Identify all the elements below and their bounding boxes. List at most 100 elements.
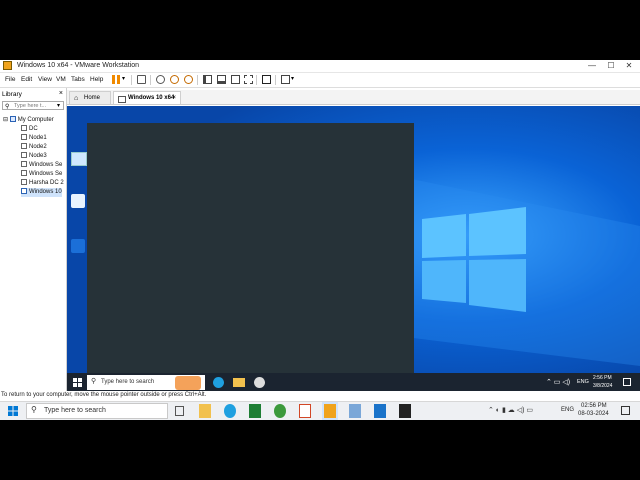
toolbar-separator xyxy=(150,75,151,85)
tree-vm-windows-se-2[interactable]: Windows Se xyxy=(21,170,62,179)
toolbar-separator xyxy=(197,75,198,85)
status-hint-bar: To return to your computer, move the mou… xyxy=(0,391,640,401)
computer-icon xyxy=(9,116,16,123)
pause-icon[interactable] xyxy=(112,75,120,84)
home-icon: ⌂ xyxy=(74,95,79,102)
tab-label: Windows 10 x64 xyxy=(128,95,175,101)
collapse-icon[interactable]: ⊟ xyxy=(3,117,8,123)
console-view-icon[interactable] xyxy=(217,75,226,84)
terminal-icon[interactable] xyxy=(399,404,411,418)
tree-label: DC xyxy=(29,126,38,132)
tree-vm-harsha-dc2[interactable]: Harsha DC 2 xyxy=(21,179,64,188)
library-title: Library xyxy=(2,91,22,98)
toolbar-separator xyxy=(275,75,276,85)
windows-start-icon[interactable] xyxy=(73,378,82,387)
guest-dark-window[interactable] xyxy=(87,123,414,373)
tree-vm-node2[interactable]: Node2 xyxy=(21,143,47,152)
task-view-icon[interactable] xyxy=(175,406,184,416)
tree-label: My Computer xyxy=(17,117,54,123)
tab-bar: ⌂ Home Windows 10 x64 × xyxy=(67,90,640,105)
title-bar: Windows 10 x64 - VMware Workstation — ☐ … xyxy=(0,60,640,73)
toolbar-separator xyxy=(131,75,132,85)
tree-label: Windows Se xyxy=(29,162,63,168)
file-explorer-icon[interactable] xyxy=(199,404,211,418)
tab-windows10[interactable]: Windows 10 x64 × xyxy=(113,91,181,104)
tree-vm-windows-10[interactable]: Windows 10 xyxy=(21,188,62,197)
app-icon[interactable] xyxy=(374,404,386,418)
windows-start-icon[interactable] xyxy=(8,406,18,416)
tree-label: Windows Se xyxy=(29,171,63,177)
tree-label: Windows 10 xyxy=(29,189,62,195)
snapshot-manager-icon[interactable] xyxy=(184,75,193,84)
vmware-taskbar-icon[interactable] xyxy=(324,404,336,418)
search-highlight-icon xyxy=(175,376,201,390)
guest-language[interactable]: ENG xyxy=(577,379,589,385)
search-dropdown-icon[interactable]: ▾ xyxy=(57,102,60,109)
vm-icon xyxy=(21,179,27,186)
guest-clock-date[interactable]: 3/8/2024 xyxy=(593,383,612,389)
close-button[interactable]: ✕ xyxy=(622,61,636,71)
menu-help[interactable]: Help xyxy=(90,76,103,83)
host-clock-date[interactable]: 08-03-2024 xyxy=(578,411,609,417)
full-screen-icon[interactable] xyxy=(231,75,240,84)
guest-taskbar: Type here to search ⚲ ⌃ ▭ ◁) ENG 2:56 PM… xyxy=(67,373,640,393)
tab-label: Home xyxy=(84,95,101,101)
vm-tab-icon xyxy=(118,96,126,103)
terminal-icon[interactable] xyxy=(262,75,271,84)
tree-label: Node3 xyxy=(29,153,47,159)
library-panel: Library × Type here t... ⚲ ▾ ⊟ My Comput… xyxy=(0,88,67,413)
stretch-view-icon[interactable] xyxy=(281,75,290,84)
tree-my-computer[interactable]: ⊟ My Computer xyxy=(3,116,54,125)
tree-vm-dc[interactable]: DC xyxy=(21,125,38,134)
powerpoint-icon[interactable] xyxy=(299,404,311,418)
tab-close-icon[interactable]: × xyxy=(172,92,176,105)
library-view-icon[interactable] xyxy=(203,75,212,84)
host-search-box[interactable]: Type here to search xyxy=(26,403,168,419)
dropdown-arrow-icon[interactable]: ▾ xyxy=(122,75,131,84)
tab-home[interactable]: ⌂ Home xyxy=(69,91,111,104)
status-hint: To return to your computer, move the mou… xyxy=(1,392,207,398)
excel-icon[interactable] xyxy=(249,404,261,418)
vm-icon xyxy=(21,152,27,159)
host-clock-time[interactable]: 02:56 PM xyxy=(581,403,607,409)
tree-label: Node1 xyxy=(29,135,47,141)
app-icon[interactable] xyxy=(349,404,361,418)
tree-vm-node1[interactable]: Node1 xyxy=(21,134,47,143)
app-icon[interactable] xyxy=(274,404,286,418)
desktop-app-icon[interactable] xyxy=(71,194,85,208)
snapshot-icon[interactable] xyxy=(156,75,165,84)
minimize-button[interactable]: — xyxy=(585,61,599,71)
recycle-bin-icon[interactable] xyxy=(71,152,87,166)
system-tray-icons[interactable]: ⌃ ◐ ▮ ☁ ◁) ▭ xyxy=(488,406,533,414)
maximize-button[interactable]: ☐ xyxy=(604,61,618,71)
vmware-window: Windows 10 x64 - VMware Workstation — ☐ … xyxy=(0,60,640,413)
tree-vm-windows-se-1[interactable]: Windows Se xyxy=(21,161,62,170)
menu-view[interactable]: View xyxy=(38,76,52,83)
edge-icon[interactable] xyxy=(224,404,236,418)
file-explorer-icon[interactable] xyxy=(233,378,245,387)
menu-file[interactable]: File xyxy=(5,76,15,83)
guest-clock-time[interactable]: 2:56 PM xyxy=(593,375,612,381)
vm-icon xyxy=(21,161,27,168)
guest-display[interactable]: Type here to search ⚲ ⌃ ▭ ◁) ENG 2:56 PM… xyxy=(67,106,640,393)
menu-edit[interactable]: Edit xyxy=(21,76,32,83)
edge-icon[interactable] xyxy=(213,377,224,388)
search-icon: ⚲ xyxy=(31,405,37,414)
menu-tabs[interactable]: Tabs xyxy=(71,76,85,83)
settings-gear-icon[interactable] xyxy=(254,377,265,388)
library-close-button[interactable]: × xyxy=(59,90,63,97)
unity-icon[interactable] xyxy=(244,75,253,84)
notification-icon[interactable] xyxy=(621,406,630,415)
dropdown-arrow-icon[interactable]: ▾ xyxy=(291,75,300,84)
desktop-app-icon[interactable] xyxy=(71,239,85,253)
library-search-input[interactable]: Type here t... xyxy=(2,101,64,110)
host-language[interactable]: ENG xyxy=(561,407,574,413)
menu-vm[interactable]: VM xyxy=(56,76,66,83)
tree-vm-node3[interactable]: Node3 xyxy=(21,152,47,161)
system-tray-icons[interactable]: ⌃ ▭ ◁) xyxy=(546,378,570,386)
search-icon: ⚲ xyxy=(91,378,97,385)
revert-snapshot-icon[interactable] xyxy=(170,75,179,84)
vm-icon xyxy=(21,170,27,177)
send-keys-icon[interactable] xyxy=(137,75,146,84)
notification-icon[interactable] xyxy=(623,378,631,386)
